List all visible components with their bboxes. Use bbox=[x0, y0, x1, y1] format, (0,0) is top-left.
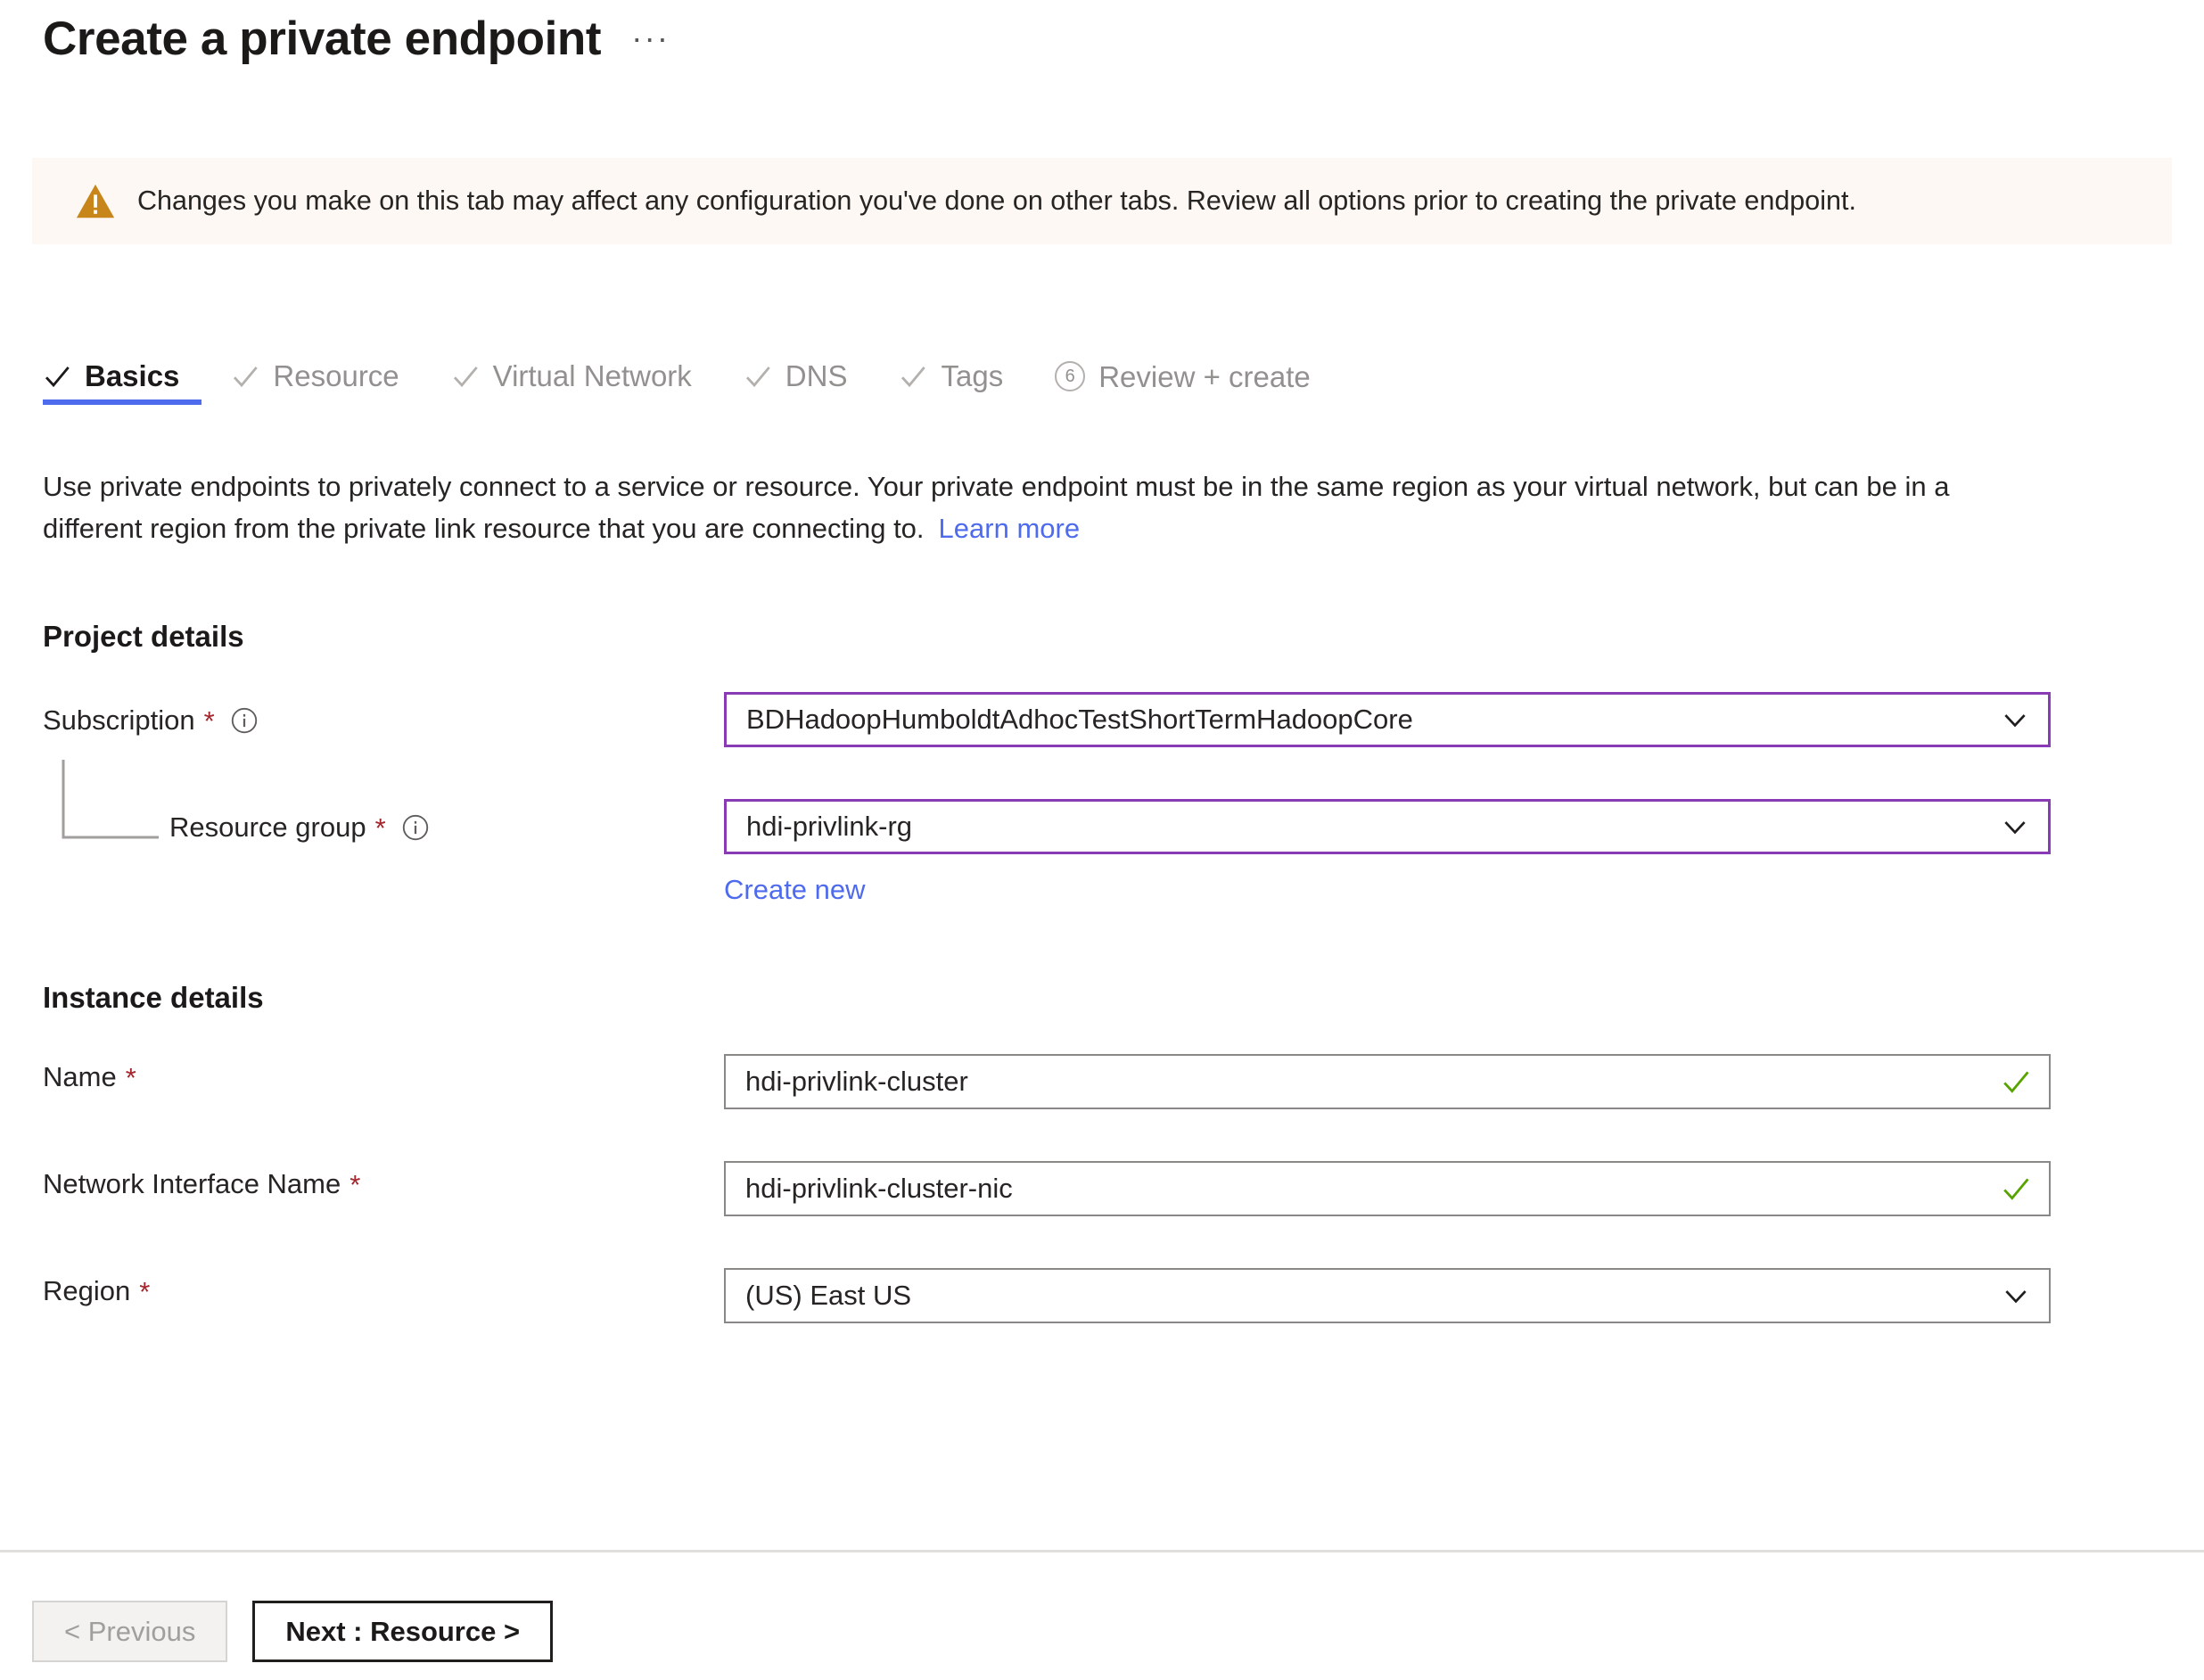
network-interface-name-input[interactable]: hdi-privlink-cluster-nic bbox=[724, 1161, 2051, 1216]
wizard-footer: < Previous Next : Resource > bbox=[32, 1601, 554, 1662]
check-icon bbox=[453, 366, 478, 387]
check-icon bbox=[745, 366, 770, 387]
tab-label: Resource bbox=[273, 359, 399, 392]
name-value: hdi-privlink-cluster bbox=[745, 1066, 968, 1097]
subscription-value: BDHadoopHumboldtAdhocTestShortTermHadoop… bbox=[746, 704, 1413, 735]
page-title: Create a private endpoint bbox=[43, 12, 602, 65]
valid-check-icon bbox=[2003, 1178, 2029, 1200]
create-new-resource-group-link[interactable]: Create new bbox=[724, 874, 866, 906]
required-asterisk: * bbox=[125, 1061, 136, 1093]
footer-divider bbox=[0, 1550, 2204, 1552]
chevron-down-icon bbox=[2004, 821, 2026, 835]
required-asterisk: * bbox=[374, 811, 386, 844]
network-interface-name-label-text: Network Interface Name bbox=[43, 1168, 341, 1199]
tab-review-create[interactable]: 6 Review + create bbox=[1055, 361, 1337, 411]
valid-check-icon bbox=[2003, 1071, 2029, 1093]
required-asterisk: * bbox=[350, 1168, 361, 1200]
required-asterisk: * bbox=[139, 1275, 151, 1307]
network-interface-name-label: Network Interface Name * bbox=[43, 1157, 360, 1211]
region-label: Region * bbox=[43, 1264, 150, 1318]
tab-resource[interactable]: Resource bbox=[231, 361, 425, 410]
tab-label: DNS bbox=[785, 359, 848, 392]
next-resource-button[interactable]: Next : Resource > bbox=[252, 1601, 554, 1662]
section-header-project-details: Project details bbox=[43, 620, 244, 653]
field-row-region: Region * bbox=[43, 1264, 150, 1318]
field-row-resource-group: Resource group * bbox=[169, 801, 429, 854]
info-icon[interactable] bbox=[402, 814, 429, 841]
warning-triangle-icon bbox=[76, 184, 115, 218]
check-icon bbox=[45, 366, 70, 387]
wizard-tabs: Basics Resource Virtual Network DNS Tags… bbox=[43, 361, 1362, 411]
tab-basics[interactable]: Basics bbox=[43, 361, 206, 410]
previous-button[interactable]: < Previous bbox=[32, 1601, 228, 1662]
title-row: Create a private endpoint ··· bbox=[43, 12, 670, 67]
tab-tags[interactable]: Tags bbox=[899, 361, 1030, 410]
subscription-label: Subscription * bbox=[43, 694, 258, 747]
resource-group-label: Resource group * bbox=[169, 801, 429, 854]
resource-group-label-text: Resource group bbox=[169, 811, 366, 843]
network-interface-name-value: hdi-privlink-cluster-nic bbox=[745, 1173, 1013, 1204]
warning-banner: Changes you make on this tab may affect … bbox=[32, 158, 2172, 244]
warning-banner-text: Changes you make on this tab may affect … bbox=[137, 185, 1856, 216]
check-icon bbox=[901, 366, 926, 387]
tab-virtual-network[interactable]: Virtual Network bbox=[451, 361, 719, 410]
more-options-icon[interactable]: ··· bbox=[631, 20, 670, 57]
tree-connector-line bbox=[62, 760, 159, 839]
chevron-down-icon bbox=[2005, 1290, 2027, 1304]
subscription-dropdown[interactable]: BDHadoopHumboldtAdhocTestShortTermHadoop… bbox=[724, 692, 2051, 747]
create-private-endpoint-blade: Create a private endpoint ··· Changes yo… bbox=[0, 0, 2204, 1680]
check-icon bbox=[234, 366, 259, 387]
active-tab-underline bbox=[43, 399, 201, 405]
tab-label: Review + create bbox=[1098, 359, 1311, 393]
field-row-name: Name * bbox=[43, 1050, 136, 1104]
tab-label: Virtual Network bbox=[492, 359, 692, 392]
name-label-text: Name bbox=[43, 1061, 117, 1092]
name-input[interactable]: hdi-privlink-cluster bbox=[724, 1054, 2051, 1109]
resource-group-dropdown[interactable]: hdi-privlink-rg bbox=[724, 799, 2051, 854]
learn-more-link[interactable]: Learn more bbox=[939, 513, 1081, 544]
section-header-instance-details: Instance details bbox=[43, 981, 264, 1014]
required-asterisk: * bbox=[203, 704, 215, 737]
region-value: (US) East US bbox=[745, 1280, 912, 1311]
region-dropdown[interactable]: (US) East US bbox=[724, 1268, 2051, 1323]
chevron-down-icon bbox=[2004, 714, 2026, 728]
field-row-subscription: Subscription * bbox=[43, 694, 258, 747]
blade-description: Use private endpoints to privately conne… bbox=[43, 465, 1986, 549]
description-line-1: Use private endpoints to privately conne… bbox=[43, 471, 1567, 502]
field-row-network-interface-name: Network Interface Name * bbox=[43, 1157, 360, 1211]
tab-label: Tags bbox=[941, 359, 1004, 392]
subscription-label-text: Subscription bbox=[43, 704, 195, 736]
info-icon[interactable] bbox=[231, 707, 258, 734]
tab-dns[interactable]: DNS bbox=[744, 361, 875, 410]
resource-group-value: hdi-privlink-rg bbox=[746, 811, 913, 842]
name-label: Name * bbox=[43, 1050, 136, 1104]
tab-label: Basics bbox=[85, 359, 180, 392]
region-label-text: Region bbox=[43, 1275, 131, 1306]
step-number-badge: 6 bbox=[1055, 361, 1086, 391]
